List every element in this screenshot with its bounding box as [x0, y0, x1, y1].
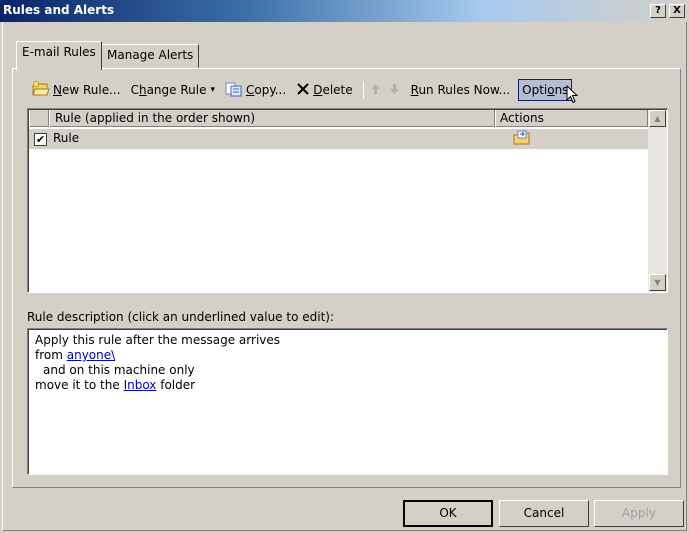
- copy-icon: [225, 81, 243, 100]
- desc-line-3: and on this machine only: [43, 363, 195, 377]
- ok-button[interactable]: OK: [403, 500, 493, 527]
- move-to-folder-icon: [513, 130, 531, 149]
- rules-toolbar: New Rule... Ch ange Rule ▾ Copy... Delete…: [30, 78, 630, 102]
- scroll-down-button[interactable]: ▼: [649, 274, 666, 291]
- delete-button[interactable]: Delete: [294, 79, 354, 101]
- tab-email-rules[interactable]: E-mail Rules: [16, 41, 102, 70]
- tab-manage-alerts[interactable]: Manage Alerts: [101, 44, 200, 68]
- options-button[interactable]: Opti o ns: [518, 79, 573, 101]
- rule-row[interactable]: ✔ Rule: [29, 129, 648, 149]
- cancel-button[interactable]: Cancel: [499, 500, 589, 527]
- change-rule-button[interactable]: Ch ange Rule ▾: [129, 79, 217, 101]
- header-actions-column[interactable]: Actions: [495, 110, 648, 127]
- folder-link[interactable]: Inbox: [124, 378, 157, 392]
- help-button[interactable]: ?: [650, 4, 666, 18]
- options-pre: Opti: [522, 83, 548, 97]
- copy-button[interactable]: Copy...: [223, 79, 288, 101]
- new-rule-label: ew Rule...: [61, 83, 121, 97]
- rule-description-label: Rule description (click an underlined va…: [27, 310, 335, 324]
- desc-line-4-pre: move it to the: [35, 378, 124, 392]
- header-rule-column[interactable]: Rule (applied in the order shown): [49, 110, 495, 127]
- list-header: Rule (applied in the order shown) Action…: [29, 110, 648, 127]
- desc-line-2: from anyone\: [35, 348, 660, 363]
- run-rules-label: un Rules Now...: [418, 83, 511, 97]
- scroll-up-button[interactable]: ▲: [649, 110, 666, 127]
- change-rule-pre: C: [130, 83, 139, 97]
- desc-line-2-pre: from: [35, 348, 67, 362]
- title-bar[interactable]: Rules and Alerts ? X: [0, 0, 689, 22]
- rules-list[interactable]: Rule (applied in the order shown) Action…: [27, 108, 668, 293]
- new-rule-accel: N: [53, 83, 62, 97]
- mouse-cursor-icon: [566, 84, 580, 108]
- rule-enabled-checkbox[interactable]: ✔: [34, 133, 47, 146]
- close-button[interactable]: X: [669, 4, 685, 18]
- apply-button[interactable]: Apply: [594, 500, 684, 527]
- rule-description-box: Apply this rule after the message arrive…: [27, 328, 668, 475]
- delete-x-icon: [296, 82, 310, 99]
- chevron-down-icon: ▾: [210, 85, 215, 95]
- desc-line-4: move it to the Inbox folder: [35, 378, 660, 393]
- rule-name: Rule: [53, 131, 80, 145]
- copy-label: opy...: [254, 83, 287, 97]
- change-rule-accel: h: [138, 83, 147, 97]
- run-rules-now-button[interactable]: Run Rules Now...: [409, 79, 513, 101]
- new-rule-icon: [32, 80, 50, 100]
- desc-line-1: Apply this rule after the message arrive…: [35, 333, 281, 347]
- rules-list-scrollbar[interactable]: ▲ ▼: [648, 110, 667, 292]
- window-title: Rules and Alerts: [3, 3, 115, 17]
- header-check-column[interactable]: [29, 110, 49, 127]
- sender-link[interactable]: anyone\: [67, 348, 115, 362]
- toolbar-separator: [362, 81, 364, 99]
- options-accel: o: [547, 83, 555, 97]
- change-rule-label: ange Rule: [146, 83, 207, 97]
- desc-line-4-post: folder: [156, 378, 196, 392]
- delete-label: elete: [322, 83, 353, 97]
- down-arrow-icon[interactable]: [389, 83, 399, 97]
- new-rule-button[interactable]: New Rule...: [30, 79, 123, 101]
- up-arrow-icon[interactable]: [370, 83, 380, 97]
